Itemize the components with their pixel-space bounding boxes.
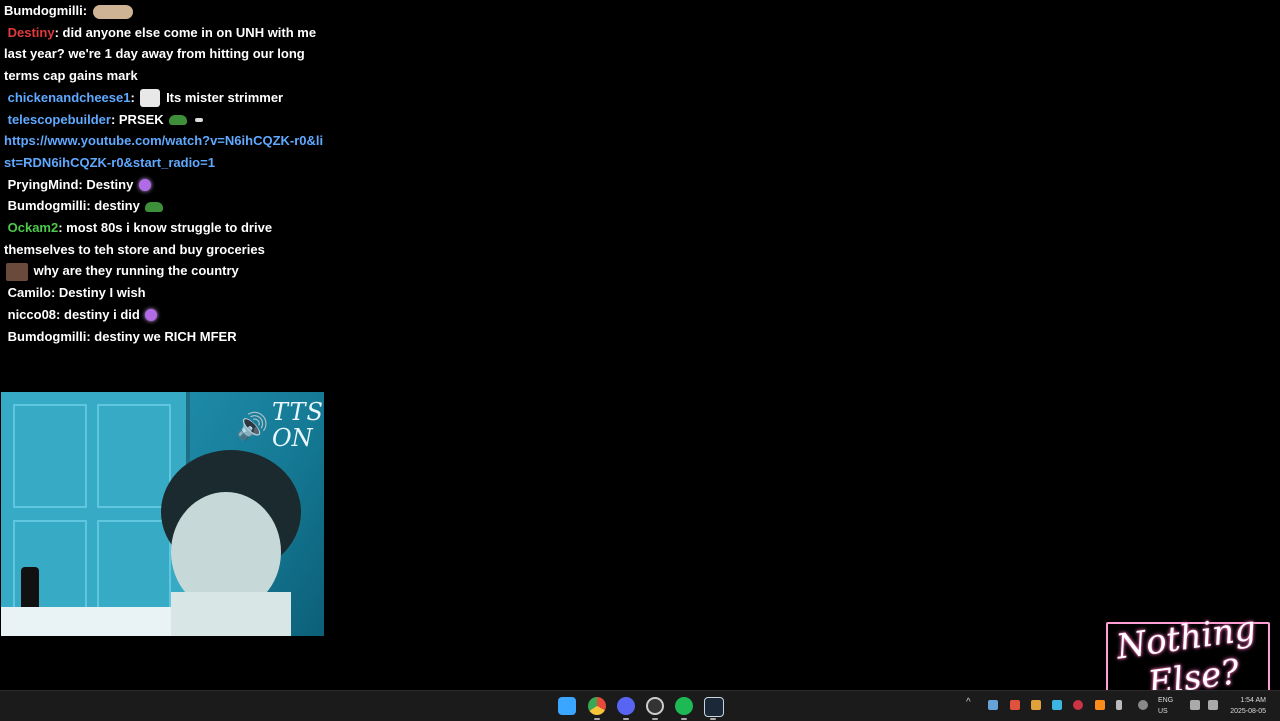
chat-username: Destiny — [7, 24, 55, 40]
chat-text: Destiny — [86, 176, 134, 192]
tray-app-icon[interactable] — [1052, 700, 1062, 710]
taskbar: ^ ENG US 1:54 AM 2025-08-05 — [0, 690, 1280, 721]
discord-icon[interactable] — [617, 697, 635, 715]
microphone-icon[interactable] — [1116, 700, 1122, 710]
chat-message: nicco08: destiny i did — [4, 304, 326, 326]
chrome-icon[interactable] — [588, 697, 606, 715]
brave-tray-icon[interactable] — [1010, 700, 1020, 710]
emote-icon — [145, 309, 158, 322]
chat-message: Bumdogmilli: — [4, 0, 326, 22]
chat-text: why are they running the country — [33, 263, 239, 279]
emote-icon — [140, 89, 161, 108]
chat-message: Bumdogmilli: destiny — [4, 195, 326, 217]
chat-username: Ockam2 — [7, 220, 59, 236]
spotify-icon[interactable] — [675, 697, 693, 715]
emote-icon — [138, 179, 151, 192]
pepe-emote-icon — [169, 115, 188, 126]
chat-text: Its mister strimmer — [166, 89, 284, 105]
lang-code: ENG — [1158, 697, 1174, 704]
language-indicator[interactable]: ENG US — [1158, 695, 1173, 717]
pepe-emote-icon — [145, 201, 164, 212]
chat-username: Bumdogmilli — [7, 198, 87, 214]
chat-message: Bumdogmilli: destiny we RICH MFER — [7, 328, 237, 344]
chat-link[interactable]: https://www.youtube.com/watch?v=N6ihCQZK… — [4, 133, 323, 170]
chat-username: chickenandcheese1 — [7, 89, 131, 105]
chat-message: PryingMind: Destiny — [4, 174, 326, 196]
chat-username: nicco08 — [7, 306, 57, 322]
system-clock[interactable]: 1:54 AM 2025-08-05 — [1230, 695, 1266, 717]
steam-tray-icon[interactable] — [988, 700, 998, 710]
chat-message: chickenandcheese1: Its mister strimmer — [4, 87, 326, 109]
clock-time: 1:54 AM — [1240, 697, 1266, 704]
chat-text: destiny — [94, 198, 140, 214]
emote-icon — [194, 118, 203, 123]
steam-icon[interactable] — [704, 697, 724, 717]
chat-message: Camilo: Destiny I wish — [7, 285, 146, 301]
chat-message: telescopebuilder: PRSEK https://www.yout… — [4, 111, 324, 170]
chat-panel: Bumdogmilli: Destiny: did anyone else co… — [0, 0, 330, 347]
chat-username: Bumdogmilli — [7, 328, 87, 344]
obs-icon[interactable] — [646, 697, 664, 715]
chevron-up-icon[interactable]: ^ — [966, 697, 976, 708]
tray-app-icon[interactable] — [1031, 700, 1041, 710]
tts-indicator: 🔊 TTS ON — [236, 398, 323, 458]
tray-app-icon[interactable] — [1073, 700, 1083, 710]
chat-text: destiny i did — [64, 306, 140, 322]
region-code: US — [1158, 708, 1168, 715]
network-icon[interactable] — [1190, 700, 1200, 710]
emote-icon — [6, 263, 28, 281]
windows-start-icon[interactable] — [558, 697, 576, 715]
tray-app-icon[interactable] — [1138, 700, 1148, 710]
chat-text: PRSEK — [118, 111, 164, 127]
chat-username: Camilo — [7, 285, 51, 301]
chat-username: Bumdogmilli — [4, 3, 83, 18]
chat-text: Destiny I wish — [58, 285, 146, 301]
tts-status: ON — [272, 424, 313, 452]
emote-icon — [92, 4, 133, 19]
chat-message: Destiny: did anyone else come in on UNH … — [4, 24, 317, 84]
search-tray-icon[interactable] — [1095, 700, 1105, 710]
chat-message: Ockam2: most 80s i know struggle to driv… — [4, 217, 326, 282]
chat-username: PryingMind — [7, 176, 79, 192]
tts-label: TTS — [272, 398, 324, 426]
chat-username: telescopebuilder — [7, 111, 111, 127]
clock-date: 2025-08-05 — [1230, 708, 1266, 715]
chat-text: destiny we RICH MFER — [94, 328, 237, 344]
speaker-icon: 🔊 — [236, 412, 269, 442]
volume-icon[interactable] — [1208, 700, 1218, 710]
